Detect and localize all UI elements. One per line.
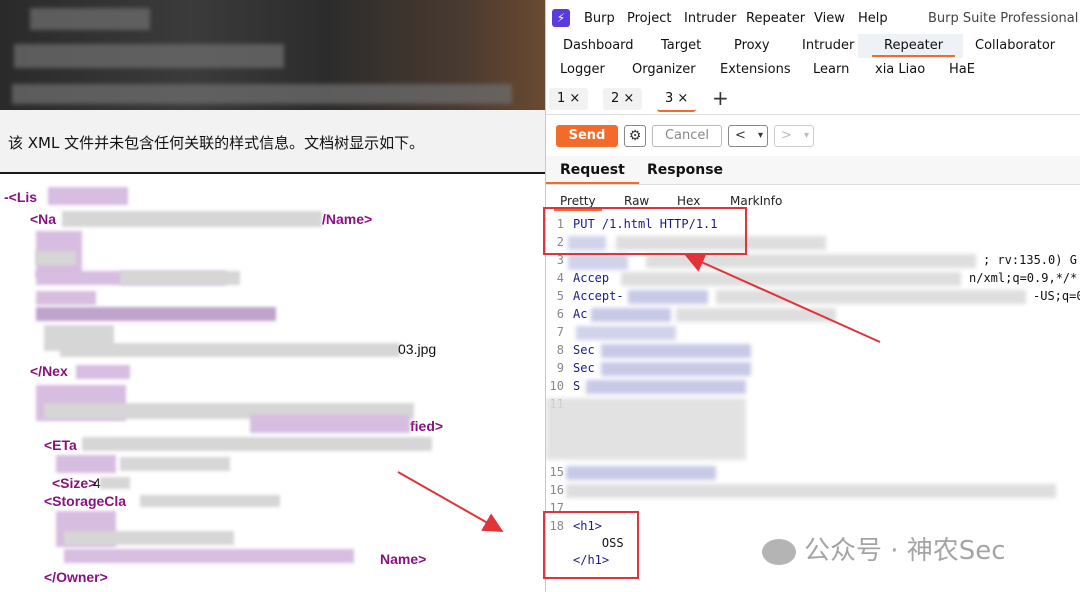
- arrow-to-body: [397, 471, 504, 532]
- watermark-text: 公众号 · 神农Sec: [804, 536, 1006, 566]
- wechat-icon: [762, 538, 796, 565]
- annotation-arrows: [397, 253, 881, 532]
- arrow-to-request-line: [684, 253, 881, 343]
- watermark: 公众号 · 神农Sec: [762, 530, 1006, 567]
